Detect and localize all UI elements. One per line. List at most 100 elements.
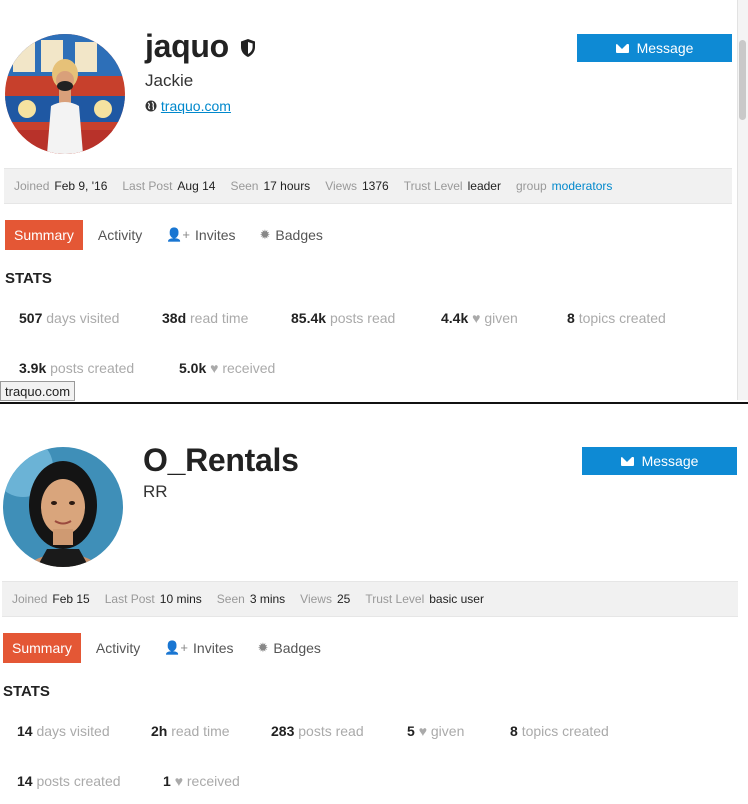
seen-label: Seen [230, 179, 259, 193]
link-tooltip: traquo.com [0, 381, 76, 401]
username: O_Rentals [143, 442, 299, 478]
seen-value: 3 mins [249, 592, 286, 606]
stat-posts-read: 85.4k posts read [291, 310, 395, 326]
stat-label: days visited [36, 723, 110, 739]
tab-badges-label: Badges [273, 640, 321, 656]
scrollbar-thumb[interactable] [739, 40, 746, 120]
tab-badges-label: Badges [275, 227, 323, 243]
stat-label: read time [171, 723, 230, 739]
stat-likes-received: 1 ♥ received [163, 773, 240, 789]
username: jaquo [145, 28, 229, 64]
profile-panel-o-rentals: O_Rentals RR Message Joined Feb 15 Last … [0, 405, 748, 804]
joined-label: Joined [12, 592, 48, 606]
trust-level-label: Trust Level [403, 179, 463, 193]
stat-label: posts created [50, 360, 135, 376]
stat-label: given [484, 310, 518, 326]
message-button[interactable]: Message [577, 34, 732, 62]
real-name: Jackie [145, 71, 194, 90]
stat-value: 8 [510, 723, 518, 739]
stat-posts-created: 14 posts created [17, 773, 121, 789]
stat-label: posts read [329, 310, 396, 326]
tab-badges[interactable]: ✹ Badges [249, 633, 330, 663]
stat-posts-read: 283 posts read [271, 723, 364, 739]
stat-label: received [222, 360, 276, 376]
avatar[interactable] [3, 447, 123, 567]
last-post-value: 10 mins [159, 592, 202, 606]
tab-invites-label: Invites [195, 227, 236, 243]
user-plus-icon: 👤+ [166, 227, 191, 242]
stats-heading: STATS [5, 270, 52, 287]
tab-activity-label: Activity [95, 640, 141, 656]
tab-summary[interactable]: Summary [5, 220, 83, 250]
joined-value: Feb 15 [52, 592, 90, 606]
heart-icon: ♥ [174, 773, 183, 789]
stat-label: posts read [298, 723, 364, 739]
group-link[interactable]: moderators [552, 179, 613, 193]
tab-summary-label: Summary [14, 227, 74, 243]
stat-read-time: 38d read time [162, 310, 248, 326]
user-info-bar: Joined Feb 9, '16 Last Post Aug 14 Seen … [4, 168, 732, 204]
stat-value: 38d [162, 310, 187, 326]
stat-value: 85.4k [291, 310, 327, 326]
scrollbar[interactable] [737, 0, 748, 400]
website-link[interactable]: traquo.com [161, 98, 231, 114]
stat-value: 14 [17, 723, 33, 739]
tab-summary[interactable]: Summary [3, 633, 81, 663]
stat-value: 8 [567, 310, 575, 326]
stat-value: 283 [271, 723, 295, 739]
tab-badges[interactable]: ✹ Badges [251, 220, 332, 250]
stat-value: 1 [163, 773, 171, 789]
stat-value: 5.0k [179, 360, 207, 376]
stat-value: 5 [407, 723, 415, 739]
views-value: 25 [336, 592, 351, 606]
stat-label: topics created [578, 310, 666, 326]
stat-label: topics created [521, 723, 609, 739]
stat-value: 3.9k [19, 360, 47, 376]
stat-topics-created: 8 topics created [567, 310, 666, 326]
views-label: Views [325, 179, 357, 193]
tab-invites[interactable]: 👤+ Invites [155, 633, 242, 663]
user-info-bar: Joined Feb 15 Last Post 10 mins Seen 3 m… [2, 581, 738, 617]
tab-invites[interactable]: 👤+ Invites [157, 220, 244, 250]
message-button[interactable]: Message [582, 447, 737, 475]
envelope-icon [615, 43, 629, 53]
stat-value: 14 [17, 773, 33, 789]
heart-icon: ♥ [210, 360, 219, 376]
trust-level-value: leader [467, 179, 501, 193]
profile-panel-jaquo: jaquo Jackie traquo.com Message Joined F… [0, 0, 748, 402]
stat-topics-created: 8 topics created [510, 723, 609, 739]
stat-value: 507 [19, 310, 43, 326]
trust-level-value: basic user [429, 592, 484, 606]
last-post-label: Last Post [104, 592, 155, 606]
real-name: RR [143, 482, 168, 501]
user-plus-icon: 👤+ [164, 640, 189, 655]
tab-summary-label: Summary [12, 640, 72, 656]
tab-activity-label: Activity [97, 227, 143, 243]
group-label: group [515, 179, 547, 193]
stat-posts-created: 3.9k posts created [19, 360, 134, 376]
shield-icon [241, 39, 256, 57]
avatar[interactable] [5, 34, 125, 154]
stat-likes-received: 5.0k ♥ received [179, 360, 275, 376]
profile-tabs: Summary Activity 👤+ Invites ✹ Badges [3, 633, 336, 663]
stat-label: given [430, 723, 465, 739]
joined-value: Feb 9, '16 [54, 179, 108, 193]
stats-heading: STATS [3, 683, 50, 700]
stat-likes-given: 4.4k ♥ given [441, 310, 518, 326]
stat-label: read time [190, 310, 249, 326]
heart-icon: ♥ [472, 310, 481, 326]
badge-icon: ✹ [257, 640, 269, 655]
stat-label: received [186, 773, 240, 789]
last-post-label: Last Post [122, 179, 173, 193]
website-row: traquo.com [145, 98, 231, 114]
tab-activity[interactable]: Activity [87, 633, 149, 663]
message-button-label: Message [641, 453, 699, 469]
tab-activity[interactable]: Activity [89, 220, 151, 250]
joined-label: Joined [14, 179, 50, 193]
views-value: 1376 [361, 179, 389, 193]
globe-icon [145, 100, 157, 112]
tab-invites-label: Invites [193, 640, 234, 656]
stat-days-visited: 507 days visited [19, 310, 119, 326]
seen-value: 17 hours [263, 179, 311, 193]
divider [0, 402, 748, 404]
